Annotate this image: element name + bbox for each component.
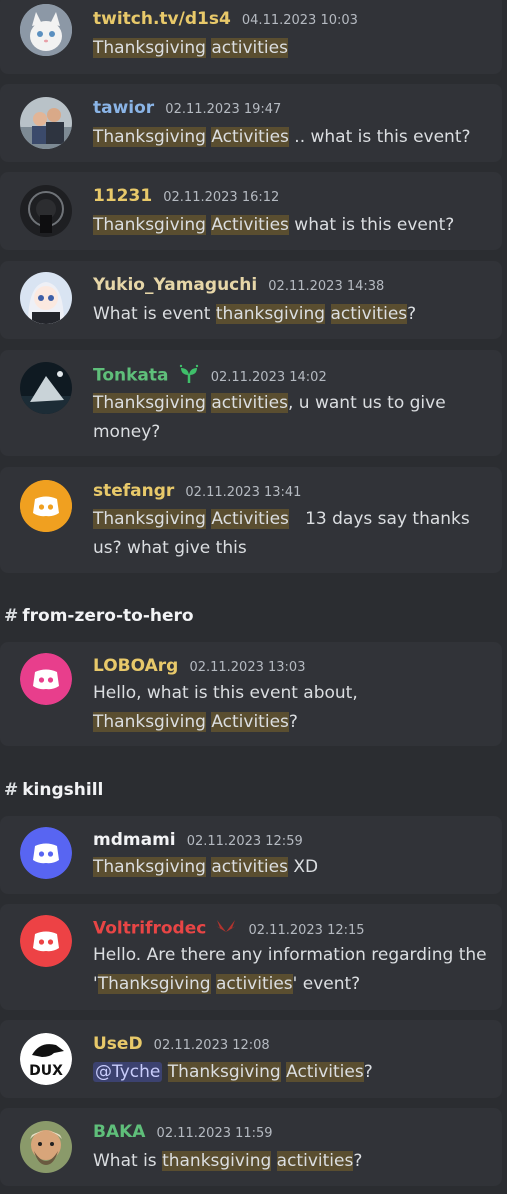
search-highlight: thanksgiving <box>215 304 326 324</box>
search-highlight: Activities <box>211 509 289 529</box>
message-content: Thanksgiving Activities .. what is this … <box>93 127 471 147</box>
message-card[interactable]: tawior 02.11.2023 19:47 Thanksgiving Act… <box>0 84 502 162</box>
username[interactable]: twitch.tv/d1s4 <box>93 9 231 29</box>
timestamp: 02.11.2023 14:02 <box>210 369 327 385</box>
username[interactable]: stefangr <box>93 481 174 501</box>
message-content: Thanksgiving activities, u want us to gi… <box>93 393 446 442</box>
search-highlight: thanksgiving <box>162 1151 272 1171</box>
message-content: Hello, what is this event about, Thanksg… <box>93 683 358 732</box>
username[interactable]: 11231 <box>93 186 152 206</box>
avatar[interactable] <box>20 272 72 324</box>
discord-logo-orange-avatar <box>20 480 72 532</box>
username[interactable]: tawior <box>93 98 154 118</box>
search-highlight: Thanksgiving <box>93 393 206 413</box>
avatar[interactable]: DUX <box>20 1033 72 1085</box>
dux-logo-avatar: DUX <box>20 1033 72 1085</box>
avatar[interactable] <box>20 362 72 414</box>
search-highlight: Thanksgiving <box>93 38 206 58</box>
search-highlight: Thanksgiving <box>93 127 206 147</box>
message-content: What is event thanksgiving activities? <box>93 304 417 324</box>
search-highlight: Thanksgiving <box>93 857 206 877</box>
dark-logo-avatar <box>20 185 72 237</box>
timestamp: 02.11.2023 16:12 <box>163 190 280 205</box>
message-content: Thanksgiving activities XD <box>93 857 319 877</box>
user-mention[interactable]: @Tyche <box>93 1062 163 1082</box>
avatar[interactable] <box>20 915 72 967</box>
message-content: Thanksgiving Activities 13 days say than… <box>93 509 476 558</box>
wings-icon <box>215 918 237 940</box>
channel-hash-icon: # <box>4 780 19 800</box>
username[interactable]: Tonkata <box>93 366 169 386</box>
search-highlight: Thanksgiving <box>97 974 211 994</box>
timestamp: 02.11.2023 13:41 <box>185 485 302 500</box>
message-card[interactable]: 11231 02.11.2023 16:12 Thanksgiving Acti… <box>0 172 502 250</box>
timestamp: 02.11.2023 12:15 <box>248 922 365 938</box>
message-content: Thanksgiving activities <box>93 34 488 63</box>
avatar[interactable] <box>20 653 72 705</box>
search-highlight: Thanksgiving <box>93 712 206 732</box>
message-card[interactable]: stefangr 02.11.2023 13:41 Thanksgiving A… <box>0 467 502 573</box>
search-highlight: activities <box>216 974 293 994</box>
message-card[interactable]: Yukio_Yamaguchi 02.11.2023 14:38 What is… <box>0 261 502 339</box>
search-highlight: activities <box>211 393 288 413</box>
timestamp: 02.11.2023 12:59 <box>186 834 303 849</box>
timestamp: 02.11.2023 12:08 <box>153 1038 270 1053</box>
username[interactable]: BAKA <box>93 1122 145 1142</box>
search-highlight: activities <box>330 304 408 324</box>
timestamp: 02.11.2023 19:47 <box>165 102 282 117</box>
search-highlight: activities <box>276 1151 354 1171</box>
search-highlight: Thanksgiving <box>93 509 206 529</box>
channel-name[interactable]: kingshill <box>22 780 103 800</box>
username[interactable]: Voltrifrodec <box>93 919 206 939</box>
search-highlight: Activities <box>211 215 289 235</box>
anime-girl-avatar <box>20 272 72 324</box>
message-card[interactable]: BAKA 02.11.2023 11:59 What is thanksgivi… <box>0 1108 502 1186</box>
message-content: Thanksgiving Activities what is this eve… <box>93 215 455 235</box>
channel-header[interactable]: # kingshill <box>4 780 103 800</box>
message-content: Hello. Are there any information regardi… <box>93 945 487 994</box>
discord-logo-red-avatar <box>20 915 72 967</box>
timestamp: 04.11.2023 10:03 <box>241 13 358 28</box>
search-highlight: activities <box>211 38 288 58</box>
sprout-icon <box>178 364 200 388</box>
avatar[interactable] <box>20 480 72 532</box>
avatar[interactable] <box>20 185 72 237</box>
message-card[interactable]: mdmami 02.11.2023 12:59 Thanksgiving act… <box>0 816 502 894</box>
search-highlight: Thanksgiving <box>93 215 206 235</box>
timestamp: 02.11.2023 14:38 <box>268 279 385 294</box>
timestamp: 02.11.2023 11:59 <box>156 1126 273 1141</box>
svg-text:DUX: DUX <box>29 1063 63 1079</box>
search-highlight: Activities <box>211 712 289 732</box>
search-highlight: activities <box>211 857 288 877</box>
message-card[interactable]: Voltrifrodec 02.11.2023 12:15 Hello. Are… <box>0 904 502 1010</box>
search-highlight: Thanksgiving <box>167 1062 281 1082</box>
username[interactable]: UseD <box>93 1034 143 1054</box>
message-card[interactable]: Tonkata 02.11.2023 14:02 Thanksgiving ac… <box>0 350 502 456</box>
username[interactable]: mdmami <box>93 830 176 850</box>
avatar[interactable] <box>20 1121 72 1173</box>
message-card[interactable]: DUX UseD 02.11.2023 12:08 @Tyche Thanksg… <box>0 1020 502 1098</box>
discord-logo-blurple-avatar <box>20 827 72 879</box>
avatar[interactable] <box>20 827 72 879</box>
search-highlight: Activities <box>211 127 289 147</box>
channel-hash-icon: # <box>4 606 19 626</box>
channel-name[interactable]: from-zero-to-hero <box>22 606 193 626</box>
message-card[interactable]: LOBOArg 02.11.2023 13:03 Hello, what is … <box>0 642 502 746</box>
night-scene-avatar <box>20 362 72 414</box>
search-highlight: Activities <box>286 1062 364 1082</box>
channel-header[interactable]: # from-zero-to-hero <box>4 606 194 626</box>
message-card[interactable]: twitch.tv/d1s4 04.11.2023 10:03 Thanksgi… <box>0 0 502 74</box>
username[interactable]: Yukio_Yamaguchi <box>93 275 257 295</box>
family-photo-avatar <box>20 97 72 149</box>
discord-logo-pink-avatar <box>20 653 72 705</box>
username[interactable]: LOBOArg <box>93 656 178 676</box>
bearded-man-avatar <box>20 1121 72 1173</box>
avatar[interactable] <box>20 4 72 56</box>
avatar[interactable] <box>20 97 72 149</box>
message-content: @Tyche Thanksgiving Activities? <box>93 1062 373 1082</box>
message-content: What is thanksgiving activities? <box>93 1151 363 1171</box>
timestamp: 02.11.2023 13:03 <box>189 660 306 675</box>
white-cat-avatar <box>20 4 72 56</box>
